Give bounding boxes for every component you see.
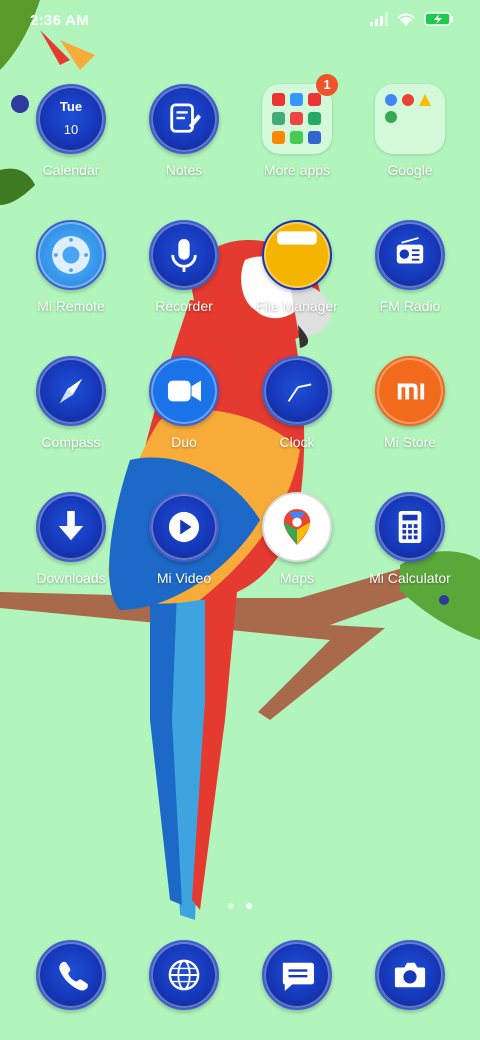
map-pin-icon [262, 492, 332, 562]
dock-camera[interactable] [355, 940, 465, 1010]
dock-messages[interactable] [242, 940, 352, 1010]
globe-icon [149, 940, 219, 1010]
calendar-day: Tue [59, 99, 83, 114]
notification-badge: 1 [316, 74, 338, 96]
app-duo[interactable]: Duo [129, 356, 239, 450]
microphone-icon [149, 220, 219, 290]
app-maps[interactable]: Maps [242, 492, 352, 586]
app-fm-radio[interactable]: FM Radio [355, 220, 465, 314]
app-downloads[interactable]: Downloads [16, 492, 126, 586]
wifi-icon [397, 13, 415, 26]
folder-icon: 1 [262, 74, 338, 154]
video-camera-icon [149, 356, 219, 426]
app-compass[interactable]: Compass [16, 356, 126, 450]
folder-yellow-icon [262, 220, 332, 290]
app-label: FM Radio [379, 298, 441, 314]
remote-icon [36, 220, 106, 290]
status-bar: 2:36 AM [0, 0, 480, 44]
mi-logo-icon [375, 356, 445, 426]
app-label: Maps [279, 570, 315, 586]
app-label: Downloads [36, 570, 106, 586]
app-calendar[interactable]: Tue 10 Calendar [16, 84, 126, 178]
calendar-date: 10 [63, 122, 79, 137]
page-indicator [0, 896, 480, 914]
battery-charging-icon [424, 12, 453, 26]
folder-icon [375, 84, 445, 154]
clock-icon [262, 356, 332, 426]
dock-browser[interactable] [129, 940, 239, 1010]
app-label: Mi Video [156, 570, 212, 586]
app-label: Notes [165, 162, 203, 178]
app-label: Recorder [155, 298, 213, 314]
folder-more-apps[interactable]: 1 More apps [242, 74, 352, 178]
status-time: 2:36 AM [30, 12, 90, 29]
play-icon [149, 492, 219, 562]
folder-google[interactable]: Google [355, 84, 465, 178]
app-label: Mi Remote [37, 298, 105, 314]
signal-icon [370, 12, 388, 26]
phone-icon [36, 940, 106, 1010]
app-label: Mi Calculator [369, 570, 451, 586]
dock-phone[interactable] [16, 940, 126, 1010]
app-label: More apps [263, 162, 331, 178]
camera-icon [375, 940, 445, 1010]
compass-icon [36, 356, 106, 426]
app-recorder[interactable]: Recorder [129, 220, 239, 314]
notes-icon [149, 84, 219, 154]
page-dot[interactable] [228, 903, 234, 909]
app-clock[interactable]: Clock [242, 356, 352, 450]
app-file-manager[interactable]: File Manager [242, 220, 352, 314]
app-mi-calculator[interactable]: Mi Calculator [355, 492, 465, 586]
download-arrow-icon [36, 492, 106, 562]
app-mi-remote[interactable]: Mi Remote [16, 220, 126, 314]
page-dot-active[interactable] [246, 903, 252, 909]
app-label: File Manager [256, 298, 338, 314]
app-mi-store[interactable]: Mi Store [355, 356, 465, 450]
app-label: Calendar [42, 162, 100, 178]
app-label: Clock [279, 434, 315, 450]
app-label: Duo [171, 434, 197, 450]
app-label: Compass [41, 434, 101, 450]
app-notes[interactable]: Notes [129, 84, 239, 178]
calendar-icon: Tue 10 [36, 84, 106, 154]
message-icon [262, 940, 332, 1010]
app-mi-video[interactable]: Mi Video [129, 492, 239, 586]
radio-icon [375, 220, 445, 290]
app-label: Mi Store [383, 434, 437, 450]
app-label: Google [387, 162, 433, 178]
calculator-icon [375, 492, 445, 562]
